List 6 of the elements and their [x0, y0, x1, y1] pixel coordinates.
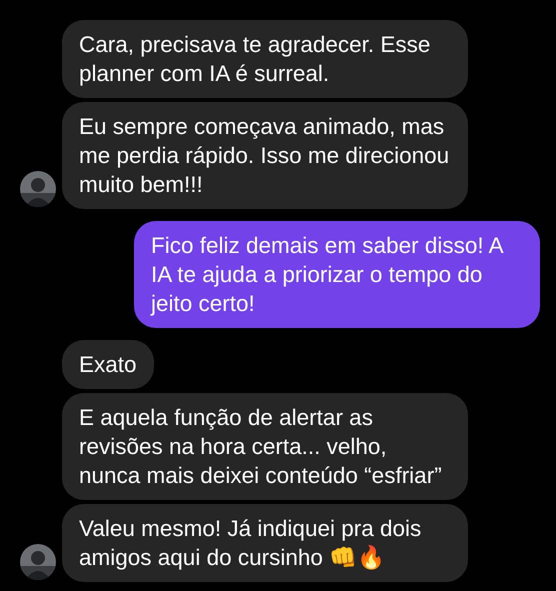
message-bubble: Exato: [62, 340, 154, 389]
message-bubble: Valeu mesmo! Já indiquei pra dois amigos aqui do cursinho 👊🔥: [62, 504, 468, 582]
message-bubble: Eu sempre começava animado, mas me perdia rápido. Isso me direcionou muito bem!!!: [62, 102, 468, 209]
message-bubble: E aquela função de alertar as revisões na hora certa... velho, nunca mais deixei conteúdo “esfriar”: [62, 393, 468, 500]
message-bubble: Cara, precisava te agradecer. Esse planner com IA é surreal.: [62, 20, 468, 98]
message-bubble: Fico feliz demais em saber disso! A IA te ajuda a priorizar o tempo do jeito certo!: [134, 221, 540, 328]
